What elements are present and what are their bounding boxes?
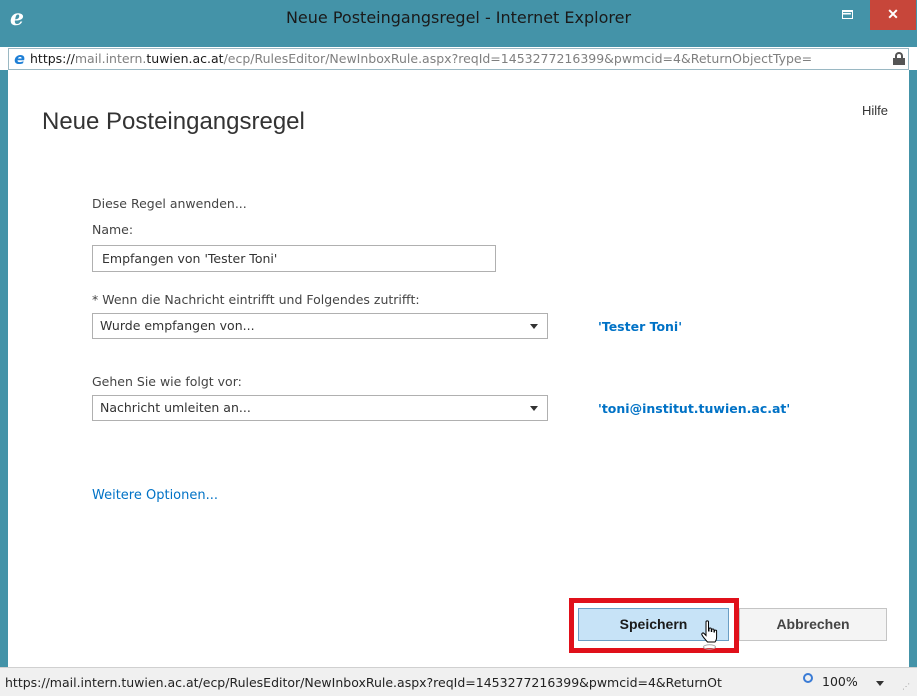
address-subdomain: mail.intern.	[74, 51, 147, 66]
window-frame-left	[0, 70, 8, 667]
chevron-down-icon	[530, 324, 538, 329]
condition-dropdown[interactable]: Wurde empfangen von...	[92, 313, 548, 339]
condition-label: * Wenn die Nachricht eintrifft und Folge…	[92, 292, 420, 307]
chevron-down-icon	[530, 406, 538, 411]
maximize-icon	[841, 10, 853, 19]
name-label: Name:	[92, 222, 134, 237]
maximize-button[interactable]	[833, 0, 861, 30]
address-bar[interactable]: e https://mail.intern.tuwien.ac.at/ecp/R…	[8, 48, 909, 70]
action-recipient-link[interactable]: 'toni@institut.tuwien.ac.at'	[598, 401, 790, 416]
resize-grip-icon[interactable]: ⋰	[902, 682, 912, 692]
window-frame-right	[909, 70, 917, 667]
condition-sender-link[interactable]: 'Tester Toni'	[598, 319, 682, 334]
action-label: Gehen Sie wie folgt vor:	[92, 374, 242, 389]
zoom-dropdown-icon[interactable]	[876, 681, 884, 686]
action-selected-value: Nachricht umleiten an...	[100, 400, 251, 415]
cancel-button[interactable]: Abbrechen	[739, 608, 887, 641]
status-bar: https://mail.intern.tuwien.ac.at/ecp/Rul…	[0, 667, 917, 696]
more-options-link[interactable]: Weitere Optionen...	[92, 488, 218, 503]
rule-name-input[interactable]: Empfangen von 'Tester Toni'	[92, 245, 496, 272]
page-title: Neue Posteingangsregel	[42, 108, 305, 135]
zoom-level[interactable]: 100%	[822, 674, 858, 689]
apply-rule-label: Diese Regel anwenden...	[92, 196, 247, 211]
address-url[interactable]: https://mail.intern.tuwien.ac.at/ecp/Rul…	[30, 49, 882, 69]
address-path: /ecp/RulesEditor/NewInboxRule.aspx?reqId…	[223, 51, 813, 66]
address-scheme: https://	[30, 51, 75, 66]
internet-explorer-page-icon: e	[14, 49, 25, 68]
close-button[interactable]: ✕	[870, 0, 916, 30]
help-link[interactable]: Hilfe	[862, 103, 888, 118]
zoom-icon[interactable]	[803, 673, 816, 686]
action-dropdown[interactable]: Nachricht umleiten an...	[92, 395, 548, 421]
window-titlebar[interactable]: e Neue Posteingangsregel - Internet Expl…	[0, 0, 917, 47]
condition-selected-value: Wurde empfangen von...	[100, 318, 255, 333]
lock-icon[interactable]	[893, 52, 905, 65]
address-domain: tuwien.ac.at	[146, 51, 224, 66]
hand-cursor-icon	[701, 620, 718, 650]
window-title: Neue Posteingangsregel - Internet Explor…	[285, 8, 632, 27]
status-url: https://mail.intern.tuwien.ac.at/ecp/Rul…	[5, 675, 722, 690]
